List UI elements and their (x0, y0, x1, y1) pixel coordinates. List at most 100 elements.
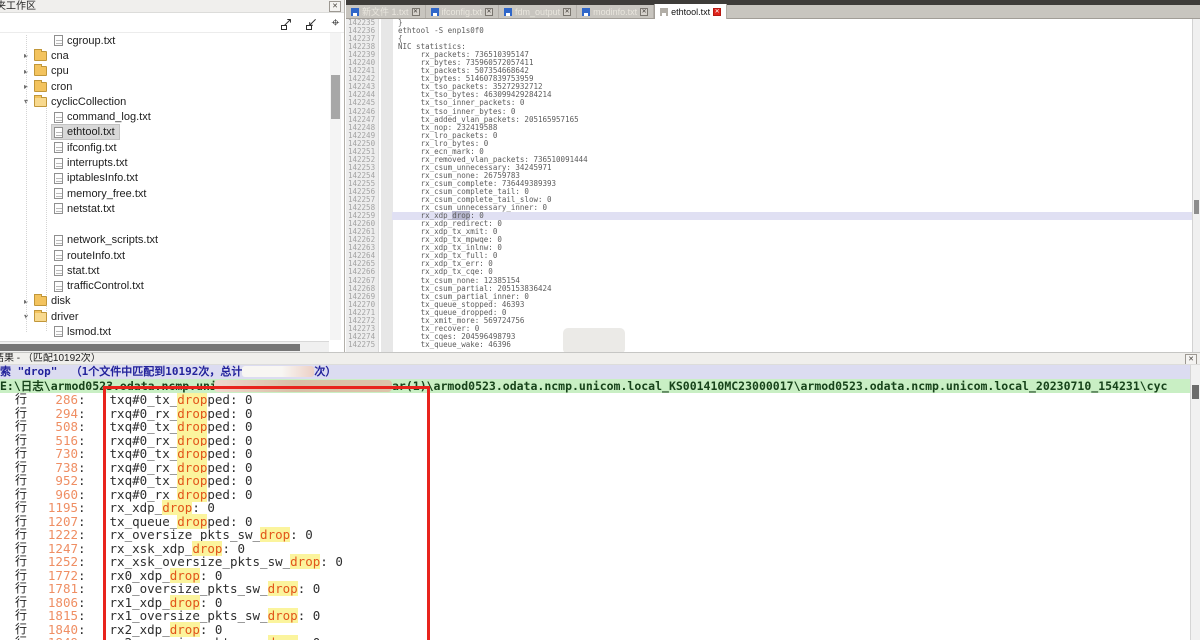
tree-item-cpu[interactable]: ▸cpu (0, 64, 329, 79)
tree-item-cyclicCollection[interactable]: ▾cyclicCollection (0, 94, 329, 109)
search-result-row[interactable]: 行1806:rx1_xdp_drop: 0 (0, 596, 1190, 610)
tab-close-icon[interactable]: ✕ (640, 8, 648, 16)
row-line-number: 1222 (32, 528, 78, 542)
tree-item-iptablesInfo.txt[interactable]: iptablesInfo.txt (0, 171, 329, 186)
line-text: ethtool -S enp1s0f0 (392, 27, 1192, 35)
tree-item-ethtool.txt[interactable]: ethtool.txt (0, 125, 329, 140)
tree-item-network_scripts.txt[interactable]: network_scripts.txt (0, 233, 329, 248)
tree-item-stat.txt[interactable]: stat.txt (0, 263, 329, 278)
search-result-row[interactable]: 行960:rxq#0_rx_dropped: 0 (0, 488, 1190, 502)
tree-horizontal-scrollbar[interactable] (0, 341, 329, 352)
search-result-row[interactable]: 行1222:rx_oversize_pkts_sw_drop: 0 (0, 528, 1190, 542)
search-result-row[interactable]: 行738:rxq#0_rx_dropped: 0 (0, 461, 1190, 475)
tree-item-driver[interactable]: ▾driver (0, 309, 329, 324)
file-icon (54, 158, 63, 169)
search-result-row[interactable]: 行1195:rx_xdp_drop: 0 (0, 501, 1190, 515)
row-colon: : (78, 474, 86, 488)
tab-close-icon[interactable]: ✕ (563, 8, 571, 16)
editor-text[interactable]: 142235}142236ethtool -S enp1s0f0142237{1… (346, 19, 1192, 349)
line-text: rx_xdp_tx_full: 0 (392, 252, 1192, 260)
editor-vertical-scrollbar-thumb[interactable] (1194, 200, 1199, 214)
results-vertical-scrollbar-thumb[interactable] (1192, 385, 1199, 399)
match-highlight: drop (177, 446, 207, 461)
tab-fdm_output[interactable]: fdm_output✕ (499, 5, 577, 18)
match-highlight: drop (177, 419, 207, 434)
search-result-row[interactable]: 行1772:rx0_xdp_drop: 0 (0, 569, 1190, 583)
folder-open-icon (34, 97, 47, 107)
search-result-row[interactable]: 行286:txq#0_tx_dropped: 0 (0, 393, 1190, 407)
search-result-row[interactable]: 行1207:tx_queue_dropped: 0 (0, 515, 1190, 529)
tree-item-lsmod.txt[interactable]: lsmod.txt (0, 324, 329, 339)
tab-close-icon[interactable]: ✕ (412, 8, 420, 16)
match-highlight: drop (162, 500, 192, 515)
search-result-row[interactable]: 行952:txq#0_tx_dropped: 0 (0, 474, 1190, 488)
bookmark-margin (379, 164, 392, 172)
tab-ethtool.txt[interactable]: ethtool.txt✕ (654, 4, 727, 19)
bookmark-margin (379, 325, 392, 333)
tree-item-disk[interactable]: ▸disk (0, 294, 329, 309)
tree-item-cron[interactable]: ▸cron (0, 79, 329, 94)
tab-close-icon[interactable]: ✕ (713, 8, 721, 16)
editor-vertical-scrollbar[interactable] (1192, 19, 1200, 352)
bookmark-margin (379, 252, 392, 260)
line-text: tx_added_vlan_packets: 205165957165 (392, 116, 1192, 124)
search-result-row[interactable]: 行1247:rx_xsk_xdp_drop: 0 (0, 542, 1190, 556)
tree-horizontal-scrollbar-thumb[interactable] (0, 344, 300, 351)
row-line-number: 508 (32, 420, 78, 434)
file-icon (54, 203, 63, 214)
row-line-number: 1195 (32, 501, 78, 515)
results-close-button[interactable]: ✕ (1185, 354, 1197, 365)
search-result-row[interactable]: 行1781:rx0_oversize_pkts_sw_drop: 0 (0, 582, 1190, 596)
tree-item-trafficControl.txt[interactable]: trafficControl.txt (0, 278, 329, 293)
line-text: rx_xdp_tx_xmit: 0 (392, 228, 1192, 236)
tab-ifconfig.txt[interactable]: ifconfig.txt✕ (426, 5, 500, 18)
tree-item-routeInfo.txt[interactable]: routeInfo.txt (0, 248, 329, 263)
bookmark-margin (379, 285, 392, 293)
workspace-toolbar: ↗ ↙ ⌖ (0, 13, 344, 33)
search-result-row[interactable]: 行1252:rx_xsk_oversize_pkts_sw_drop: 0 (0, 555, 1190, 569)
tree-item-command_log.txt[interactable]: command_log.txt (0, 109, 329, 124)
bookmark-margin (379, 83, 392, 91)
tab-modinfo.txt[interactable]: modinfo.txt✕ (577, 5, 654, 18)
match-highlight: drop (260, 527, 290, 542)
search-result-row[interactable]: 行508:txq#0_tx_dropped: 0 (0, 420, 1190, 434)
tree-item-label: iptablesInfo.txt (67, 172, 138, 184)
tab-label: ethtool.txt (671, 7, 710, 17)
expand-all-icon[interactable]: ↗ (279, 15, 296, 31)
tab-close-icon[interactable]: ✕ (485, 8, 493, 16)
tree-vertical-scrollbar-thumb[interactable] (331, 75, 340, 119)
tree-item-cna[interactable]: ▸cna (0, 48, 329, 63)
tree-item-label: cgroup.txt (67, 35, 115, 47)
row-line-number: 738 (32, 461, 78, 475)
bookmark-margin (379, 236, 392, 244)
tree-vertical-scrollbar[interactable] (330, 33, 341, 340)
editor-line-142236: 142236ethtool -S enp1s0f0 (346, 27, 1192, 35)
search-result-row[interactable]: 行1849:rx2_oversize_pkts_sw_drop: 0 (0, 636, 1190, 640)
tree-item-interrupts.txt[interactable]: interrupts.txt (0, 155, 329, 170)
tree-item-netstat.txt[interactable]: netstat.txt (0, 201, 329, 216)
bookmark-margin (379, 27, 392, 35)
bookmark-margin (379, 268, 392, 276)
search-summary-line[interactable]: 索 "drop" （1个文件中匹配到10192次，总计次） (0, 365, 1190, 379)
search-result-row[interactable]: 行730:txq#0_tx_dropped: 0 (0, 447, 1190, 461)
tree-item-ifconfig.txt[interactable]: ifconfig.txt (0, 140, 329, 155)
search-result-rows: 行286:txq#0_tx_dropped: 0行294:rxq#0_rx_dr… (0, 393, 1190, 640)
tree-item-memory_free.txt[interactable]: memory_free.txt (0, 186, 329, 201)
tab-新文件 1.txt[interactable]: 新文件 1.txt✕ (346, 5, 426, 18)
search-result-row[interactable]: 行294:rxq#0_rx_dropped: 0 (0, 407, 1190, 421)
locate-file-icon[interactable]: ⌖ (327, 15, 344, 31)
file-icon (54, 173, 63, 184)
search-result-row[interactable]: 行1815:rx1_oversize_pkts_sw_drop: 0 (0, 609, 1190, 623)
bookmark-margin (379, 99, 392, 107)
results-vertical-scrollbar[interactable] (1190, 365, 1200, 640)
search-result-row[interactable]: 行1840:rx2_xdp_drop: 0 (0, 623, 1190, 637)
tree-item-cgroup.txt[interactable]: cgroup.txt (0, 33, 329, 48)
collapse-all-icon[interactable]: ↙ (304, 15, 321, 31)
workspace-close-button[interactable]: ✕ (329, 1, 341, 12)
editor-body[interactable]: 142235}142236ethtool -S enp1s0f0142237{1… (346, 19, 1192, 352)
row-line-label: 行 (0, 542, 32, 556)
row-match-text: rx_xsk_oversize_pkts_sw_drop: 0 (86, 555, 343, 569)
search-result-row[interactable]: 行516:rxq#0_rx_dropped: 0 (0, 434, 1190, 448)
line-text: tx_queue_stopped: 46393 (392, 301, 1192, 309)
result-file-path-line[interactable]: E:\日志\armod0523.odata.ncmp.unicom.loca a… (0, 379, 1190, 393)
